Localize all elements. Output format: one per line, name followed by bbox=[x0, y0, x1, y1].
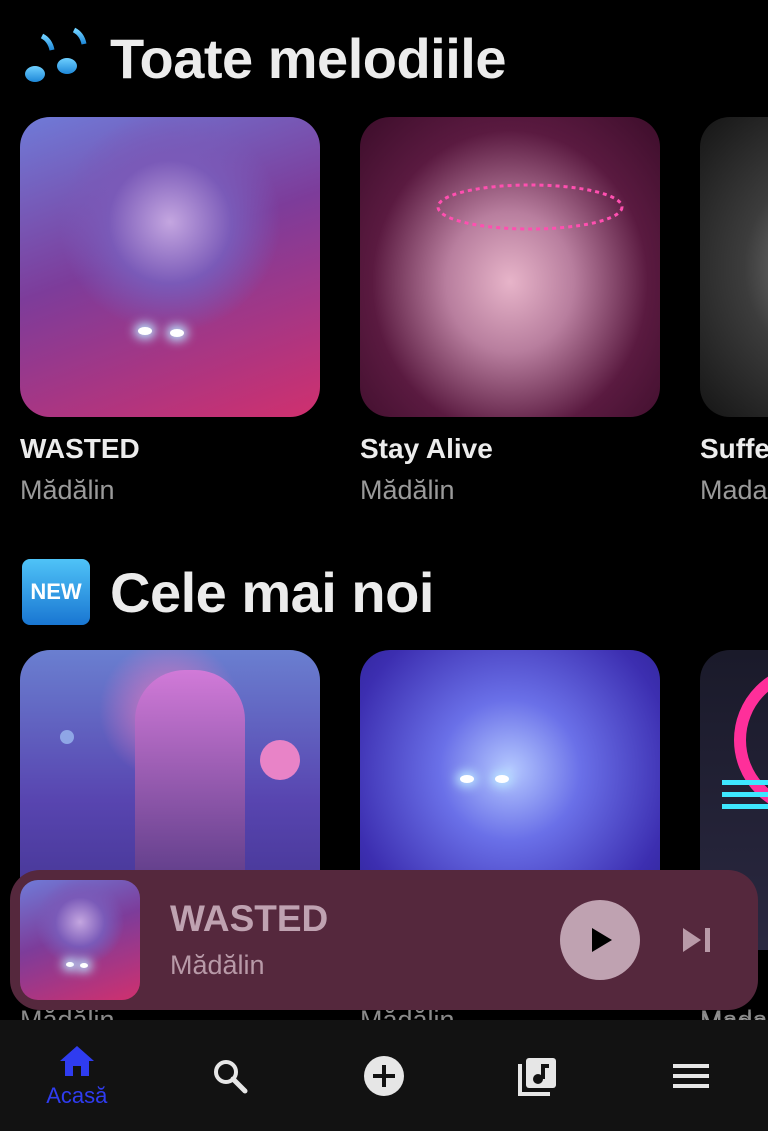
mini-player-album-art bbox=[20, 880, 140, 1000]
nav-label-home: Acasă bbox=[46, 1082, 108, 1108]
nav-item-home[interactable]: Acasă bbox=[0, 1020, 154, 1131]
song-title: Stay Alive bbox=[360, 433, 493, 464]
mini-player-title: WASTED bbox=[170, 898, 329, 939]
musical-notes-icon bbox=[20, 22, 92, 94]
mini-player[interactable]: WASTED Mădălin bbox=[10, 870, 758, 1010]
album-art bbox=[20, 117, 320, 417]
library-music-icon bbox=[517, 1057, 556, 1096]
song-card[interactable]: Stay Alive Mădălin bbox=[360, 117, 660, 506]
nav-item-add[interactable] bbox=[307, 1020, 461, 1131]
section-title-newest: NEW Cele mai noi bbox=[20, 556, 434, 628]
skip-next-icon bbox=[683, 928, 710, 952]
nav-item-search[interactable] bbox=[154, 1020, 308, 1131]
song-title: WASTED bbox=[20, 433, 140, 464]
add-circle-icon bbox=[363, 1055, 404, 1096]
play-icon bbox=[592, 928, 612, 952]
mini-player-artist: Mădălin bbox=[170, 950, 265, 980]
play-button[interactable] bbox=[560, 900, 640, 980]
album-art bbox=[360, 117, 660, 417]
section-title-text: Cele mai noi bbox=[110, 560, 434, 624]
album-art bbox=[700, 117, 768, 417]
bottom-navigation: Acasă bbox=[0, 1020, 768, 1131]
song-title: Suffe bbox=[700, 433, 768, 464]
home-icon bbox=[59, 1045, 94, 1076]
search-icon bbox=[214, 1059, 248, 1093]
new-badge-text: NEW bbox=[22, 559, 90, 625]
section-title-text: Toate melodiile bbox=[110, 26, 506, 90]
nav-item-library[interactable] bbox=[461, 1020, 615, 1131]
skip-next-button[interactable] bbox=[675, 918, 719, 962]
section-title-all-songs: Toate melodiile bbox=[20, 22, 506, 94]
song-card[interactable]: Suffe Mada bbox=[700, 117, 768, 506]
new-badge-icon: NEW bbox=[20, 556, 92, 628]
song-artist: Mădălin bbox=[360, 475, 455, 505]
songs-carousel-all[interactable]: WASTED Mădălin Stay Alive Mădălin Suffe … bbox=[20, 117, 768, 506]
song-card[interactable]: WASTED Mădălin bbox=[20, 117, 320, 506]
song-artist: Mada bbox=[700, 475, 768, 505]
nav-item-menu[interactable] bbox=[614, 1020, 768, 1131]
menu-icon bbox=[673, 1063, 710, 1088]
song-artist: Mădălin bbox=[20, 475, 115, 505]
